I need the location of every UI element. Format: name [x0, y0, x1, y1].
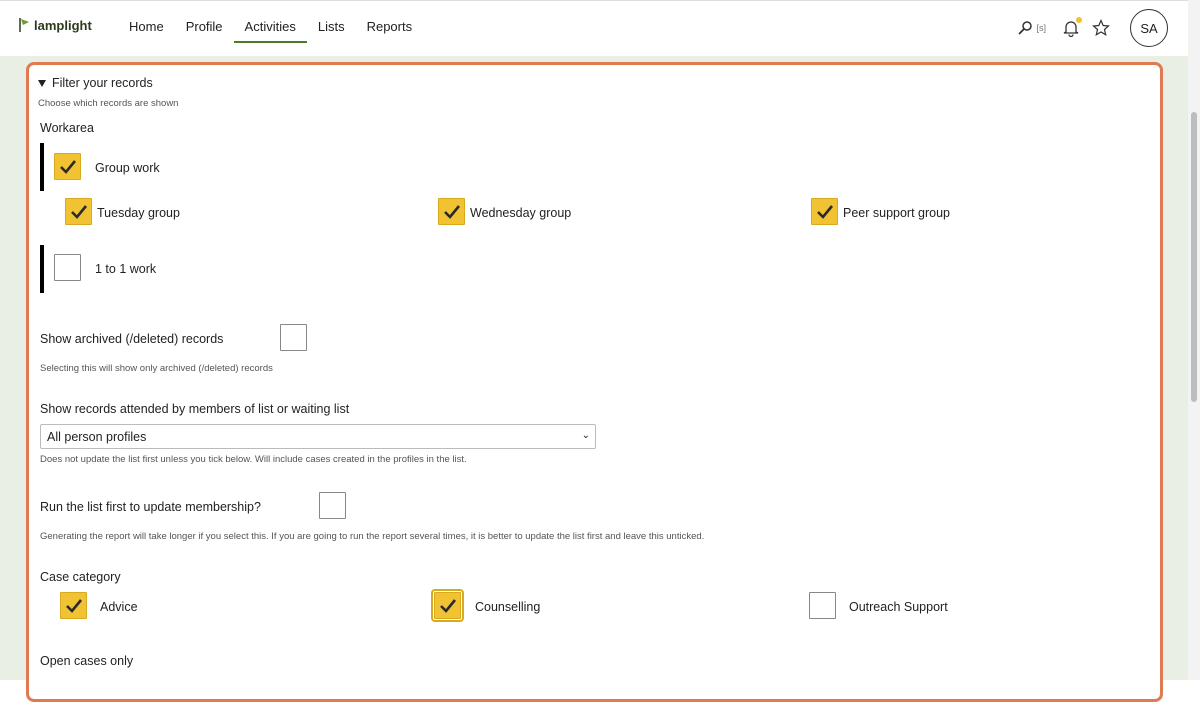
scrollbar-thumb[interactable]: [1191, 112, 1197, 402]
nav-activities[interactable]: Activities: [233, 1, 307, 43]
advice-checkbox[interactable]: [60, 592, 87, 619]
header-actions: [s] SA: [1010, 9, 1168, 47]
one-to-one-work-checkbox[interactable]: [54, 254, 81, 281]
advice-label: Advice: [100, 600, 138, 614]
top-navigation-bar: lamplight Home Profile Activities Lists …: [0, 0, 1188, 56]
counselling-checkbox[interactable]: [431, 589, 464, 622]
search-icon[interactable]: [1010, 11, 1040, 45]
list-select[interactable]: All person profiles ⌄: [40, 424, 596, 449]
wednesday-group-checkbox[interactable]: [438, 198, 465, 225]
nav-lists[interactable]: Lists: [307, 1, 356, 43]
group-indicator-bar: [40, 245, 44, 293]
checkmark-icon: [440, 599, 457, 613]
nav-reports[interactable]: Reports: [356, 1, 424, 43]
lamplight-logo[interactable]: lamplight: [18, 16, 92, 34]
outreach-support-label: Outreach Support: [849, 600, 948, 614]
counselling-label: Counselling: [475, 600, 541, 614]
wednesday-group-label: Wednesday group: [470, 206, 572, 220]
lamp-logo-icon: [19, 18, 29, 32]
page-scrollbar[interactable]: [1188, 0, 1200, 680]
checkmark-icon: [60, 160, 77, 174]
checkmark-icon: [66, 599, 83, 613]
checkmark-icon: [444, 205, 461, 219]
list-help: Does not update the list first unless yo…: [40, 454, 467, 465]
list-select-value: All person profiles: [47, 430, 147, 444]
filter-title: Filter your records: [52, 76, 153, 90]
nav-profile[interactable]: Profile: [175, 1, 234, 43]
run-list-help: Generating the report will take longer i…: [40, 531, 705, 542]
main-nav: Home Profile Activities Lists Reports: [118, 1, 423, 57]
archived-help: Selecting this will show only archived (…: [40, 363, 273, 374]
group-indicator-bar: [40, 143, 44, 191]
content-area: Filter your records Choose which records…: [0, 56, 1188, 702]
archived-label: Show archived (/deleted) records: [40, 332, 224, 346]
nav-home[interactable]: Home: [118, 1, 175, 43]
filter-toggle[interactable]: Filter your records: [38, 76, 153, 90]
chevron-down-icon: ⌄: [581, 430, 590, 441]
checkmark-icon: [817, 205, 834, 219]
tuesday-group-label: Tuesday group: [97, 206, 180, 220]
user-avatar[interactable]: SA: [1130, 9, 1168, 47]
group-work-checkbox[interactable]: [54, 153, 81, 180]
outreach-support-checkbox[interactable]: [809, 592, 836, 619]
filter-panel: Filter your records Choose which records…: [26, 62, 1163, 702]
tuesday-group-checkbox[interactable]: [65, 198, 92, 225]
star-icon[interactable]: [1086, 11, 1116, 45]
bell-icon[interactable]: [1056, 11, 1086, 45]
notification-dot: [1076, 17, 1082, 23]
open-cases-label: Open cases only: [40, 654, 134, 668]
peer-support-group-label: Peer support group: [843, 206, 951, 220]
group-work-label: Group work: [95, 161, 160, 175]
peer-support-group-checkbox[interactable]: [811, 198, 838, 225]
collapse-triangle-icon: [38, 79, 46, 87]
run-list-checkbox[interactable]: [319, 492, 346, 519]
run-list-label: Run the list first to update membership?: [40, 500, 261, 514]
one-to-one-work-label: 1 to 1 work: [95, 262, 157, 276]
logo-text: lamplight: [34, 17, 92, 33]
case-category-label: Case category: [40, 570, 121, 584]
archived-checkbox[interactable]: [280, 324, 307, 351]
workarea-label: Workarea: [40, 121, 94, 135]
checkmark-icon: [71, 205, 88, 219]
list-label: Show records attended by members of list…: [40, 402, 350, 416]
filter-subtitle: Choose which records are shown: [38, 98, 179, 109]
